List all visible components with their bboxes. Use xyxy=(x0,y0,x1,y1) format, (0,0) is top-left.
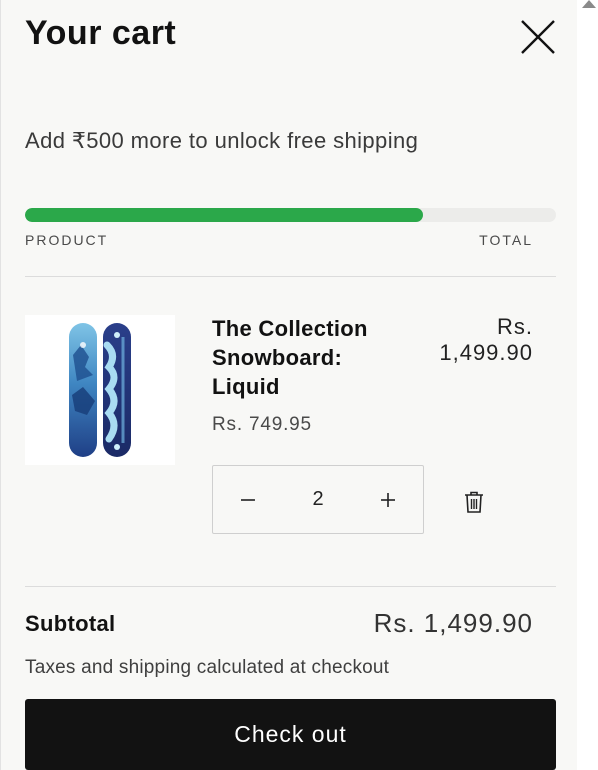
unit-price: Rs. 749.95 xyxy=(212,414,312,435)
quantity-stepper: 2 xyxy=(212,465,424,534)
trash-icon xyxy=(465,491,483,513)
total-column-header: TOTAL xyxy=(479,232,533,248)
close-icon xyxy=(521,20,555,54)
free-shipping-progress-fill xyxy=(25,208,424,222)
increase-quantity-button[interactable] xyxy=(353,466,423,533)
subtotal-label: Subtotal xyxy=(25,611,116,636)
scroll-up-arrow-icon[interactable] xyxy=(582,0,596,8)
tax-shipping-note: Taxes and shipping calculated at checkou… xyxy=(25,657,390,678)
cart-drawer: Your cart Add ₹500 more to unlock free s… xyxy=(0,0,577,770)
quantity-input[interactable]: 2 xyxy=(283,488,353,511)
free-shipping-message: Add ₹500 more to unlock free shipping xyxy=(25,128,419,153)
free-shipping-progress-bar xyxy=(25,208,556,222)
product-name-link[interactable]: The Collection Snowboard: Liquid xyxy=(212,314,402,401)
checkout-button[interactable]: Check out xyxy=(25,699,556,770)
snowboard-image xyxy=(69,323,131,457)
product-column-header: PRODUCT xyxy=(25,232,109,248)
header-divider xyxy=(25,276,556,277)
line-total-price: Rs. 1,499.90 xyxy=(439,314,533,365)
subtotal-value: Rs. 1,499.90 xyxy=(373,608,533,638)
minus-icon xyxy=(241,498,255,501)
product-image-link[interactable] xyxy=(25,315,175,465)
remove-item-button[interactable] xyxy=(463,490,485,514)
plus-icon xyxy=(381,492,395,507)
cart-title: Your cart xyxy=(25,14,177,52)
close-button[interactable] xyxy=(516,15,560,59)
footer-divider xyxy=(25,586,556,587)
decrease-quantity-button[interactable] xyxy=(213,466,283,533)
